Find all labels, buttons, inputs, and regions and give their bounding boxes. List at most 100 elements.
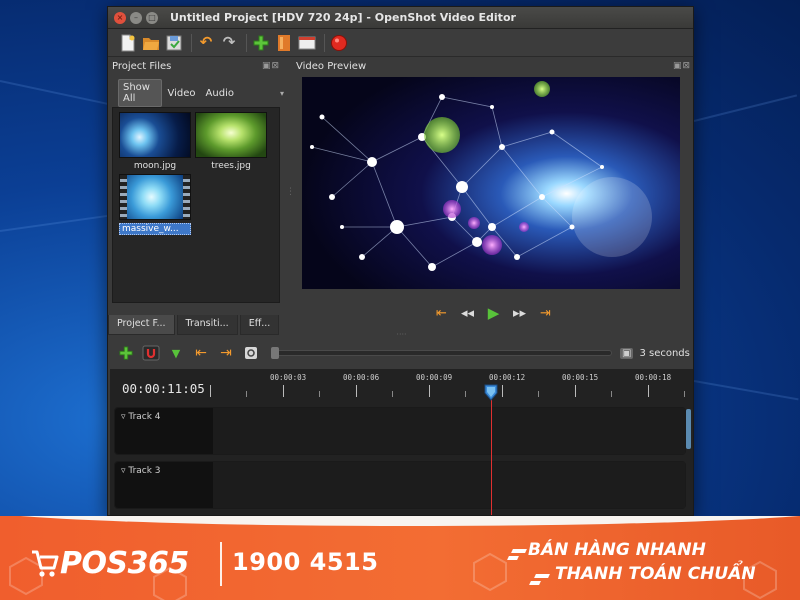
- jump-start-icon[interactable]: ⇤: [431, 304, 453, 322]
- video-preview-panel: Video Preview ▣⊠ ⇤ ◂◂ ▶ ▸▸ ⇥: [292, 57, 693, 333]
- ruler-tick: [429, 385, 430, 397]
- project-files-panel: Project Files ▣⊠ Show All Video Audio ▾ …: [108, 57, 284, 335]
- toolbar-separator: [246, 33, 247, 52]
- timeline-toolbar: ▼ ⇤ ⇥ ▣ 3 seconds: [108, 339, 693, 367]
- rewind-icon[interactable]: ◂◂: [457, 304, 479, 322]
- slogan-stripe: [529, 581, 541, 585]
- maximize-icon[interactable]: □: [146, 11, 158, 24]
- panel-float-close-icon[interactable]: ▣⊠: [673, 61, 691, 71]
- ruler-tick: [392, 391, 393, 397]
- file-item-trees[interactable]: trees.jpg: [195, 112, 267, 171]
- tab-effects[interactable]: Eff...: [239, 315, 280, 335]
- redo-icon[interactable]: ↷: [219, 33, 239, 53]
- banner-divider: [220, 542, 222, 586]
- title-bar: × – □ Untitled Project [HDV 720 24p] - O…: [108, 7, 693, 29]
- import-files-icon[interactable]: [251, 33, 271, 53]
- track-lane[interactable]: [213, 462, 685, 508]
- ruler-tick: [283, 385, 284, 397]
- timeline-area: 00:00:11:05 00:00:03 00:00:06 00:00:09 0…: [110, 369, 693, 515]
- hotline-number: 1900 4515: [232, 548, 379, 576]
- ruler-tick: [319, 391, 320, 397]
- ruler-tick: [538, 391, 539, 397]
- slogan-stripe: [507, 556, 519, 560]
- track-name-text: Track 3: [128, 466, 161, 476]
- main-toolbar: ↶ ↷: [108, 29, 693, 57]
- track-header[interactable]: ▿ Track 3: [115, 462, 213, 508]
- filter-dropdown-icon[interactable]: ▾: [280, 89, 284, 98]
- ruler-tick-label: 00:00:09: [416, 373, 453, 382]
- slogan-line-2: THANH TOÁN CHUẨN: [555, 564, 756, 584]
- ruler-tick: [356, 385, 357, 397]
- next-marker-icon[interactable]: ⇥: [216, 343, 236, 363]
- fast-forward-icon[interactable]: ▸▸: [509, 304, 531, 322]
- export-video-icon[interactable]: [329, 33, 349, 53]
- playback-controls: ⇤ ◂◂ ▶ ▸▸ ⇥: [292, 301, 693, 325]
- fullscreen-icon[interactable]: [297, 33, 317, 53]
- ruler-tick-label: 00:00:15: [562, 373, 599, 382]
- purple-orb: [443, 200, 461, 218]
- timeline-ruler[interactable]: 00:00:03 00:00:06 00:00:09 00:00:12 00:0…: [210, 369, 693, 403]
- tab-transitions[interactable]: Transiti...: [176, 315, 238, 335]
- file-item-massive[interactable]: massive_w...: [119, 174, 191, 235]
- track-lane[interactable]: [213, 408, 685, 454]
- cart-icon: [32, 550, 59, 577]
- ruler-tick: [648, 385, 649, 397]
- project-files-title: Project Files: [112, 60, 172, 72]
- close-icon[interactable]: ×: [114, 11, 126, 24]
- track-name: ▿ Track 4: [121, 412, 161, 422]
- timeline-zoom-slider[interactable]: [271, 347, 612, 359]
- snapping-icon[interactable]: [141, 343, 161, 363]
- hexagon-pattern: [473, 552, 507, 592]
- toolbar-separator: [191, 33, 192, 52]
- save-project-icon[interactable]: [164, 33, 184, 53]
- background-line: [0, 80, 118, 107]
- filter-video[interactable]: Video: [164, 86, 200, 101]
- moon-thumbnail: [119, 112, 191, 158]
- filter-show-all[interactable]: Show All: [118, 79, 162, 107]
- open-project-icon[interactable]: [141, 33, 161, 53]
- new-project-icon[interactable]: [118, 33, 138, 53]
- green-orb: [424, 117, 460, 153]
- playhead-handle[interactable]: [484, 383, 498, 401]
- add-marker-icon[interactable]: ▼: [166, 343, 186, 363]
- track-header[interactable]: ▿ Track 4: [115, 408, 213, 454]
- center-timeline-icon[interactable]: [241, 343, 261, 363]
- promo-banner: POS365 1900 4515 BÁN HÀNG NHANH THANH TO…: [0, 516, 800, 600]
- video-thumbnail: [119, 174, 191, 220]
- add-track-icon[interactable]: [116, 343, 136, 363]
- purple-orb: [519, 222, 529, 232]
- project-files-header: Project Files ▣⊠: [108, 57, 284, 75]
- jump-end-icon[interactable]: ⇥: [535, 304, 557, 322]
- window-title: Untitled Project [HDV 720 24p] - OpenSho…: [170, 11, 516, 24]
- ruler-tick: [575, 385, 576, 397]
- timeline-vertical-scrollbar[interactable]: [686, 409, 691, 449]
- trees-thumbnail: [195, 112, 267, 158]
- panel-float-close-icon[interactable]: ▣⊠: [262, 61, 280, 71]
- zoom-icon: ▣: [620, 347, 634, 359]
- minimize-icon[interactable]: –: [130, 11, 142, 24]
- video-preview-frame: [302, 77, 680, 289]
- slogan-stripe: [511, 549, 527, 553]
- background-line: [693, 380, 799, 401]
- green-orb: [534, 81, 550, 97]
- undo-icon[interactable]: ↶: [196, 33, 216, 53]
- slogan-line-1: BÁN HÀNG NHANH: [528, 540, 706, 560]
- purple-orb: [482, 235, 502, 255]
- openshot-window: × – □ Untitled Project [HDV 720 24p] - O…: [107, 6, 694, 516]
- filter-audio[interactable]: Audio: [202, 86, 238, 101]
- choose-profile-icon[interactable]: [274, 33, 294, 53]
- zoom-slider-handle[interactable]: [271, 347, 279, 359]
- play-icon[interactable]: ▶: [483, 304, 505, 322]
- background-line: [693, 94, 798, 122]
- light-flare: [572, 177, 652, 257]
- track-3[interactable]: ▿ Track 3: [114, 461, 686, 509]
- tab-project-files[interactable]: Project F...: [108, 315, 175, 335]
- purple-orb: [468, 217, 480, 229]
- ruler-tick-label: 00:00:18: [635, 373, 672, 382]
- ruler-tick: [684, 391, 685, 397]
- previous-marker-icon[interactable]: ⇤: [191, 343, 211, 363]
- track-name-text: Track 4: [128, 412, 161, 422]
- track-4[interactable]: ▿ Track 4: [114, 407, 686, 455]
- file-item-moon[interactable]: moon.jpg: [119, 112, 191, 171]
- pos365-logo: POS365: [30, 546, 189, 581]
